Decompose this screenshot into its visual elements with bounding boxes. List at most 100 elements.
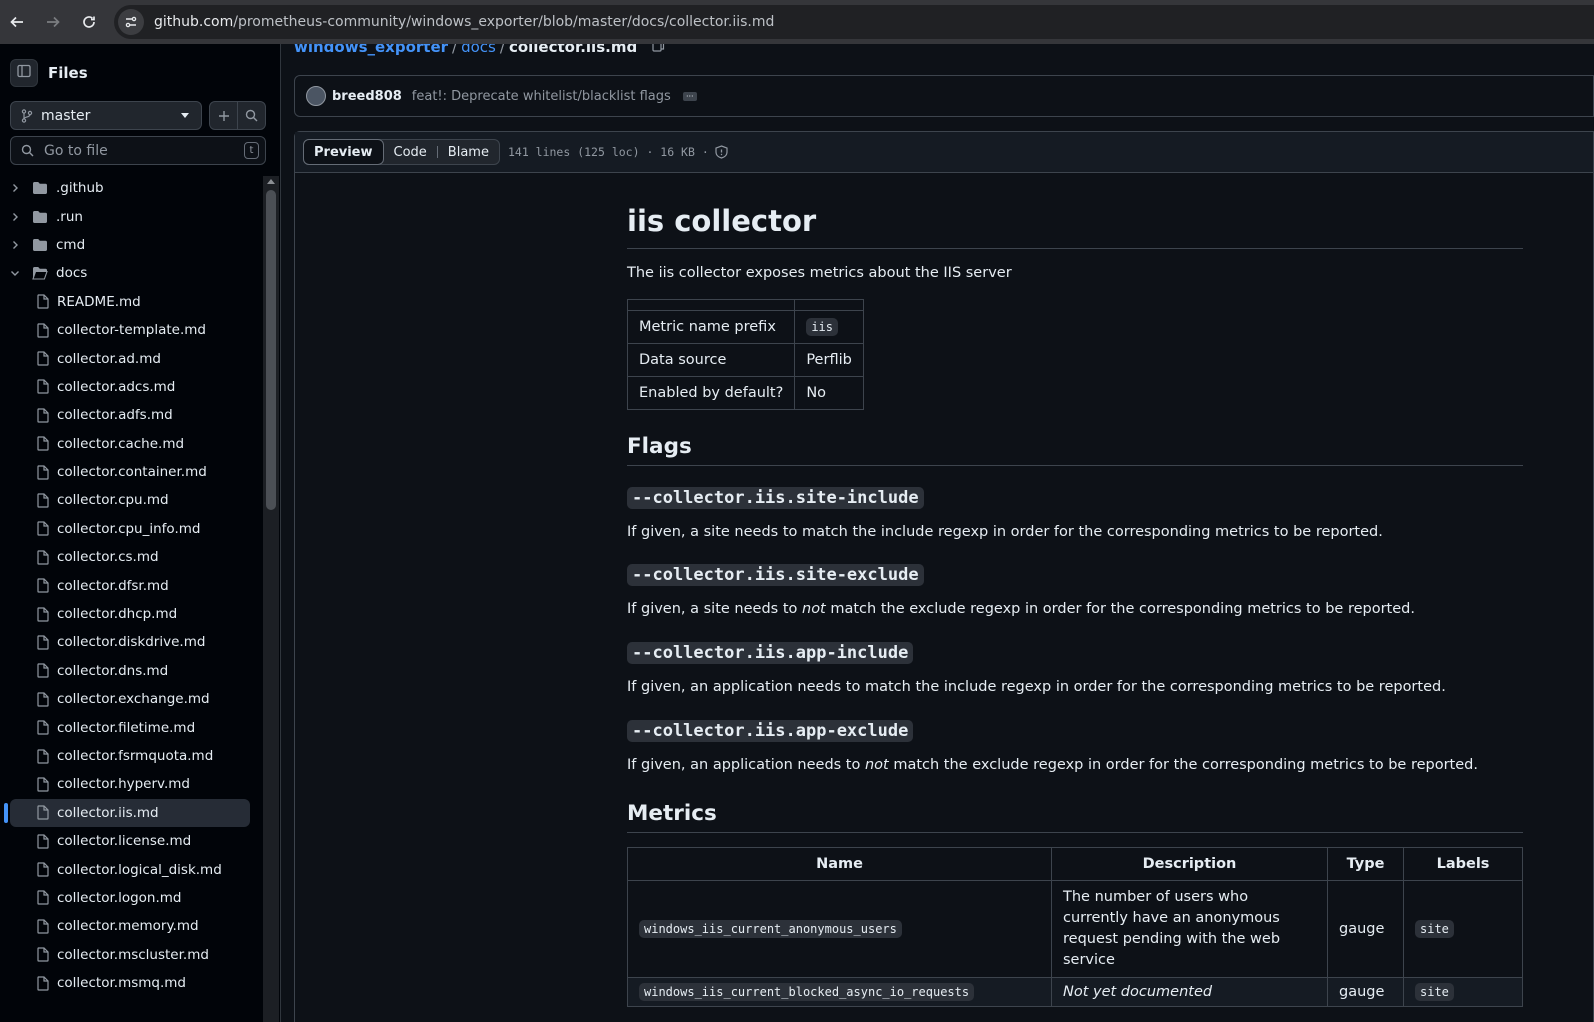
file-label: collector.exchange.md [57,691,210,708]
file-item[interactable]: collector.adfs.md [0,401,262,429]
flag-name: --collector.iis.site-exclude [627,564,924,587]
go-to-file-placeholder: Go to file [44,142,108,159]
ellipsis-icon[interactable]: ··· [682,91,697,101]
address-bar[interactable]: github.com/prometheus-community/windows_… [114,5,1594,39]
column-header: Type [1327,846,1404,881]
folder-item-run[interactable]: .run [0,202,262,230]
chevron-right-icon [10,212,26,222]
file-item[interactable]: collector.fsrmquota.md [0,742,262,770]
file-icon [36,294,49,309]
scroll-up-arrow-icon[interactable] [267,179,275,184]
avatar[interactable] [306,86,326,106]
flag-emphasis: not [864,756,889,773]
file-item[interactable]: collector.dhcp.md [0,600,262,628]
flag-name: --collector.iis.app-exclude [627,719,914,742]
main-content: windows_exporter / docs / collector.iis.md b… [281,44,1594,1022]
forward-icon[interactable] [40,9,66,35]
file-item[interactable]: README.md [0,288,262,316]
file-item[interactable]: collector.container.md [0,458,262,486]
file-item[interactable]: collector.logical_disk.md [0,855,262,883]
add-file-button[interactable] [210,102,237,129]
file-item[interactable]: collector.iis.md [4,798,250,827]
file-item[interactable]: collector.msmq.md [0,969,262,997]
flag-heading: --collector.iis.site-include [627,486,1523,509]
metric-description: The number of users who currently have a… [1051,879,1328,978]
file-item[interactable]: collector.license.md [0,827,262,855]
table-cell [794,298,864,311]
commit-author-link[interactable]: breed808 [332,89,402,104]
commit-message-link[interactable]: feat!: Deprecate whitelist/blacklist fla… [412,89,671,104]
metric-name: windows_iis_current_anonymous_users [639,919,902,938]
file-icon [36,436,49,451]
file-item[interactable]: collector.cs.md [0,543,262,571]
file-label: collector.cpu.md [57,492,169,509]
file-label: collector.iis.md [57,804,159,821]
folder-item-cmd[interactable]: cmd [0,231,262,259]
folder-item-github[interactable]: .github [0,174,262,202]
copy-path-icon[interactable] [652,44,665,52]
flag-heading: --collector.iis.app-include [627,642,1523,665]
metrics-table: Name Description Type Labels windows_iis… [627,846,1523,1007]
tab-blame[interactable]: Blame [438,140,499,164]
site-info-icon[interactable] [118,9,144,35]
file-item[interactable]: collector.ad.md [0,344,262,372]
file-label: collector.fsrmquota.md [57,748,214,764]
scrollbar-thumb[interactable] [266,190,276,510]
breadcrumb-file: collector.iis.md [508,44,638,56]
breadcrumb-folder-link[interactable]: docs [461,44,496,56]
tab-code[interactable]: Code [384,140,437,164]
metric-type: gauge [1327,879,1404,978]
file-icon [36,521,49,536]
file-item[interactable]: collector.cache.md [0,430,262,458]
page-title: iis collector [627,204,1523,249]
file-item[interactable]: collector.adcs.md [0,373,262,401]
file-icon [36,550,49,565]
sidebar-scrollbar[interactable] [263,176,279,1022]
metric-description: Not yet documented [1051,976,1328,1007]
shield-icon[interactable] [715,145,728,159]
flag-emphasis: not [802,601,826,618]
folder-icon [32,181,48,195]
breadcrumb-repo-link[interactable]: windows_exporter [294,44,448,56]
file-item[interactable]: collector.filetime.md [0,713,262,741]
go-to-file-input[interactable]: Go to file t [10,136,266,165]
file-item[interactable]: collector.memory.md [0,912,262,940]
file-icon [36,578,49,593]
flag-text: If given, an application needs to [627,756,865,773]
file-icon [36,351,49,366]
file-item[interactable]: collector-template.md [0,316,262,344]
file-item[interactable]: collector.dfsr.md [0,571,262,599]
file-item[interactable]: collector.logon.md [0,884,262,912]
file-label: collector.memory.md [57,918,199,935]
metric-labels: site [1415,919,1454,938]
back-icon[interactable] [4,9,30,35]
file-item[interactable]: collector.diskdrive.md [0,628,262,656]
tab-preview[interactable]: Preview [303,139,384,165]
info-key: Enabled by default? [626,375,796,410]
file-item[interactable]: collector.exchange.md [0,685,262,713]
branch-selector[interactable]: master [10,101,202,130]
search-files-button[interactable] [237,102,265,129]
file-label: collector.cache.md [57,435,185,452]
folder-icon [32,238,48,252]
flag-text: match the exclude regexp in order for th… [825,601,1415,618]
markdown-body: iis collector The iis collector exposes … [626,204,1523,1007]
file-item[interactable]: collector.hyperv.md [0,770,262,798]
table-row [626,298,864,311]
reload-icon[interactable] [76,9,102,35]
collapse-sidebar-button[interactable] [10,59,38,87]
file-tree-sidebar: Files master Go to file t .github .run c… [0,44,281,1022]
file-item[interactable]: collector.cpu.md [0,486,262,514]
folder-item-docs[interactable]: docs [0,259,262,287]
table-row: windows_iis_current_anonymous_users The … [627,879,1523,978]
file-label: collector.mscluster.md [57,946,209,963]
search-icon [245,109,258,122]
file-item[interactable]: collector.mscluster.md [0,941,262,969]
folder-label: cmd [56,236,86,253]
file-item[interactable]: collector.dns.md [0,657,262,685]
file-label: collector.diskdrive.md [57,634,206,651]
file-icon [36,890,49,906]
file-item[interactable]: collector.cpu_info.md [0,515,262,543]
metric-name-cell: windows_iis_current_anonymous_users [627,879,1052,978]
file-icon [36,777,49,792]
